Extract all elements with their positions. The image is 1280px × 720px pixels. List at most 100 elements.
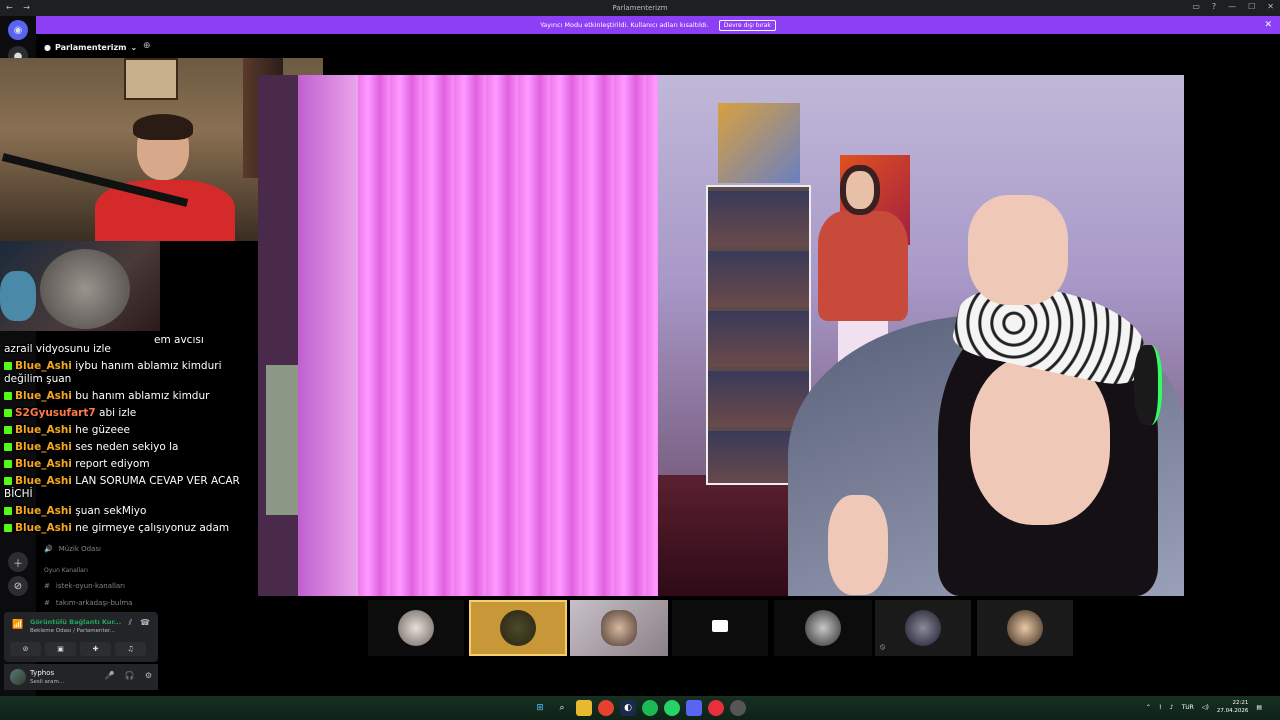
add-server-icon[interactable]: ＋ (8, 552, 28, 572)
activities-button[interactable]: ✚ (80, 642, 111, 656)
voice-channel[interactable]: Bekleme Odası / Parlamenter... (30, 628, 115, 634)
noise-suppression-icon[interactable]: ⫽ (128, 618, 132, 628)
foreground-person (788, 195, 1184, 596)
chat-message: Blue_Ashi LAN SORUMA CEVAP VER ACAR BİCH… (4, 475, 240, 500)
server-header[interactable]: ● Parlamenterizm ⌄ (36, 38, 156, 56)
curtain (358, 75, 658, 596)
chat-message: Blue_Ashi şuan sekMiyo (4, 505, 244, 518)
wall-picture (124, 58, 178, 100)
discover-icon[interactable]: ⊘ (8, 576, 28, 596)
streamer-mode-banner: Yayıncı Modu etkinleştirildi. Kullanıcı … (36, 16, 1280, 34)
search-icon[interactable]: ⌕ (554, 700, 570, 716)
banner-text: Yayıncı Modu etkinleştirildi. Kullanıcı … (540, 21, 709, 29)
opera-icon[interactable] (708, 700, 724, 716)
participant-tile[interactable] (368, 600, 464, 656)
soundboard-button[interactable]: ♫ (115, 642, 146, 656)
obs-icon[interactable] (730, 700, 746, 716)
maximize-button[interactable]: ☐ (1248, 2, 1255, 11)
volume-icon[interactable]: ◁) (1202, 704, 1209, 711)
steam-icon[interactable]: ◐ (620, 700, 636, 716)
network-icon[interactable]: ⌇ (1159, 704, 1162, 711)
username[interactable]: Typhos (30, 669, 54, 677)
chrome-icon[interactable] (598, 700, 614, 716)
screen-share-button[interactable]: ▣ (45, 642, 76, 656)
signal-icon: 📶 (12, 620, 24, 630)
poster (718, 103, 800, 183)
window-title: Parlamenterizm (612, 4, 668, 12)
voice-status[interactable]: Görüntülü Bağlantı Kur... (30, 618, 121, 626)
chat-message: Blue_Ashi he güzeee (4, 424, 244, 437)
help-icon[interactable]: ? (1212, 2, 1216, 11)
main-video-stream[interactable] (258, 75, 1184, 596)
close-button[interactable]: ✕ (1267, 2, 1274, 11)
chat-message: Blue_Ashi ses neden sekiyo la (4, 441, 244, 454)
server-name: Parlamenterizm (54, 42, 127, 52)
channel-muzik-odasi[interactable]: 🔊 Müzik Odası (36, 540, 160, 557)
hash-icon: # (44, 581, 50, 590)
chat-message: Blue_Ashi bu hanım ablamız kimdur (4, 390, 244, 403)
participant-tile[interactable] (774, 600, 872, 656)
avatar (601, 610, 637, 646)
participant-tile[interactable]: ⦸ (875, 600, 971, 656)
headphones-icon[interactable]: 🎧 (125, 671, 135, 680)
avatar (905, 610, 941, 646)
chat-overlay: em avcısı azrail vidyosunu izle Blue_Ash… (4, 334, 244, 539)
avatar (398, 610, 434, 646)
avatar (500, 610, 536, 646)
avatar (805, 610, 841, 646)
disable-streamer-mode-button[interactable]: Devre dışı bırak (718, 19, 776, 31)
title-bar: ← → Parlamenterizm ▭ ? — ☐ ✕ (0, 0, 1280, 16)
discord-home-icon[interactable]: ◉ (8, 20, 28, 40)
mic-icon[interactable]: 🎤 (105, 671, 115, 680)
spotify-icon[interactable] (642, 700, 658, 716)
invite-people-icon[interactable]: ⊕ (143, 41, 151, 51)
user-status: Sesli aram... (30, 679, 65, 685)
window-controls: ▭ ? — ☐ ✕ (1192, 2, 1274, 11)
participant-tile-selected[interactable] (469, 600, 567, 656)
start-icon[interactable]: ⊞ (532, 700, 548, 716)
clock[interactable]: 22:21 27.04.2026 (1217, 699, 1249, 715)
kick-badge-icon (4, 426, 12, 434)
chat-message: azrail vidyosunu izle (4, 343, 111, 355)
kick-badge-icon (4, 477, 12, 485)
inbox-icon[interactable]: ▭ (1192, 2, 1200, 11)
participant-tile[interactable] (672, 600, 768, 656)
camera-icon (712, 620, 728, 632)
windows-taskbar: ⊞ ⌕ ◐ ⌃ ⌇ ♪ TUR ◁) 22:21 27.04.2026 ▤ (0, 696, 1280, 720)
disconnect-icon[interactable]: ☎ (140, 618, 150, 628)
avatar[interactable] (10, 669, 26, 685)
secondary-cam (0, 241, 160, 331)
file-explorer-icon[interactable] (576, 700, 592, 716)
mute-icon: ⦸ (880, 642, 886, 651)
kick-badge-icon (4, 392, 12, 400)
hash-icon: # (44, 598, 50, 607)
chat-message: Blue_Ashi iybu hanım ablamız kimduri değ… (4, 360, 222, 385)
voice-connection-panel: 📶 Görüntülü Bağlantı Kur... Bekleme Odas… (4, 612, 158, 662)
kick-badge-icon (4, 507, 12, 515)
notification-icon[interactable]: ▤ (1256, 704, 1262, 711)
gear-icon[interactable]: ⚙ (145, 671, 152, 680)
participant-tile[interactable] (977, 600, 1073, 656)
minimize-button[interactable]: — (1228, 2, 1236, 11)
close-icon[interactable]: ✕ (1264, 20, 1272, 30)
category-oyun-kanallari[interactable]: Oyun Kanalları (36, 563, 160, 577)
kick-badge-icon (4, 524, 12, 532)
language-indicator[interactable]: TUR (1182, 704, 1194, 711)
whatsapp-icon[interactable] (664, 700, 680, 716)
discord-icon[interactable] (686, 700, 702, 716)
chat-message: Blue_Ashi report ediyom (4, 458, 244, 471)
cat (40, 249, 130, 329)
channel-istek-oyun-kanallari[interactable]: # istek-oyun-kanalları (36, 577, 160, 594)
camera-off-button[interactable]: ⊘ (10, 642, 41, 656)
kick-badge-icon (4, 409, 12, 417)
chat-message: Blue_Ashi ne girmeye çalışıyonuz adam (4, 522, 244, 535)
channel-takim-arkadasi-bulma[interactable]: # takım-arkadaşı-bulma (36, 594, 160, 611)
system-tray: ⌃ ⌇ ♪ TUR ◁) 22:21 27.04.2026 ▤ (1146, 699, 1262, 715)
chevron-up-icon[interactable]: ⌃ (1146, 704, 1151, 711)
mic-icon[interactable]: ♪ (1170, 704, 1174, 711)
speaker-icon: 🔊 (44, 544, 53, 553)
kick-badge-icon (4, 443, 12, 451)
avatar (1007, 610, 1043, 646)
headphones (1134, 345, 1162, 425)
participant-tile[interactable] (570, 600, 668, 656)
